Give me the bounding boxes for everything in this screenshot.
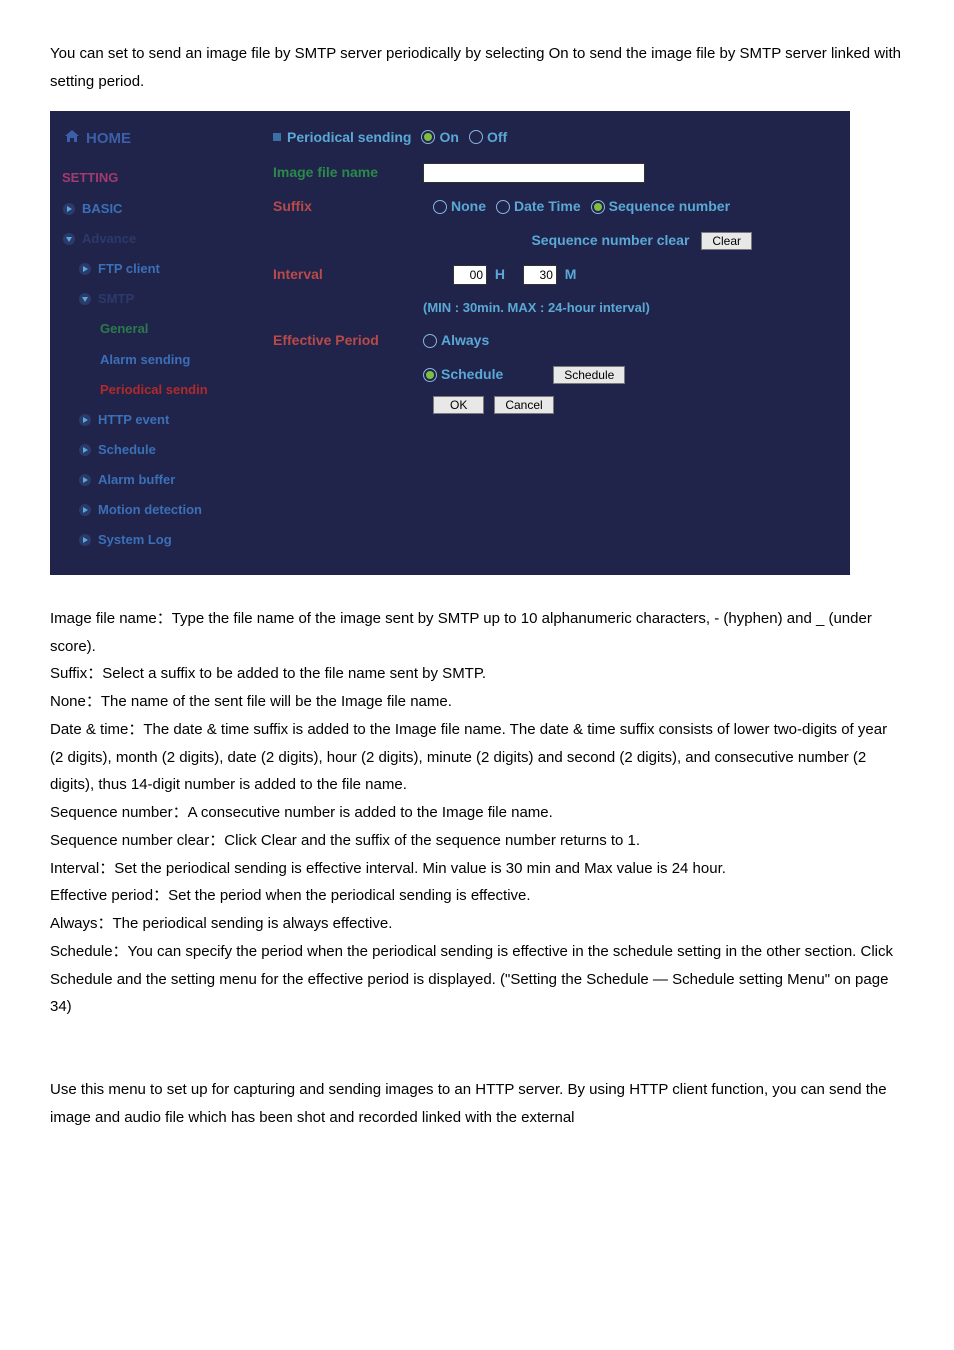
settings-screenshot: HOME SETTING BASIC Advance FTP client SM… <box>50 111 850 575</box>
seqnum-label: Sequence number <box>609 194 730 220</box>
desc-none: None：The name of the sent file will be t… <box>50 688 904 716</box>
nav-general[interactable]: General <box>50 314 255 344</box>
desc-datetime: Date & time：The date & time suffix is ad… <box>50 716 904 799</box>
desc-suffix: Suffix：Select a suffix to be added to th… <box>50 660 904 688</box>
content-panel: Periodical sending On Off Image file nam… <box>255 111 850 575</box>
home-link[interactable]: HOME <box>50 121 255 161</box>
nav-label: Advance <box>82 227 136 251</box>
schedule-label: Schedule <box>441 362 503 388</box>
nav-motion-detection[interactable]: Motion detection <box>50 495 255 525</box>
desc-effective: Effective period：Set the period when the… <box>50 882 904 910</box>
nav-periodical-sending[interactable]: Periodical sendin <box>50 375 255 405</box>
radio-datetime[interactable] <box>496 200 510 214</box>
arrow-right-icon <box>78 503 92 517</box>
desc-seqclear: Sequence number clear：Click Clear and th… <box>50 827 904 855</box>
home-label: HOME <box>86 125 131 153</box>
schedule-button[interactable]: Schedule <box>553 366 625 384</box>
nav-label: Schedule <box>98 438 156 462</box>
nav-label: BASIC <box>82 197 122 221</box>
m-label: M <box>565 266 577 282</box>
desc-interval: Interval：Set the periodical sending is e… <box>50 855 904 883</box>
radio-schedule[interactable] <box>423 368 437 382</box>
minutes-input[interactable]: 30 <box>523 265 557 285</box>
arrow-right-icon <box>78 533 92 547</box>
radio-off[interactable] <box>469 130 483 144</box>
nav-label: SMTP <box>98 287 134 311</box>
hours-input[interactable]: 00 <box>453 265 487 285</box>
nav-advance[interactable]: Advance <box>50 224 255 254</box>
none-label: None <box>451 194 486 220</box>
nav-basic[interactable]: BASIC <box>50 194 255 224</box>
suffix-label: Suffix <box>273 194 423 220</box>
nav-smtp[interactable]: SMTP <box>50 284 255 314</box>
nav-http-event[interactable]: HTTP event <box>50 405 255 435</box>
on-label: On <box>439 125 458 151</box>
nav-label: System Log <box>98 528 172 552</box>
interval-hint: (MIN : 30min. MAX : 24-hour interval) <box>423 296 650 320</box>
always-label: Always <box>441 328 489 354</box>
interval-label: Interval <box>273 262 423 288</box>
ok-button[interactable]: OK <box>433 396 484 414</box>
radio-none[interactable] <box>433 200 447 214</box>
nav-label: Alarm sending <box>100 348 190 372</box>
desc-always: Always：The periodical sending is always … <box>50 910 904 938</box>
bullet-icon <box>273 133 281 141</box>
radio-always[interactable] <box>423 334 437 348</box>
arrow-down-icon <box>78 292 92 306</box>
h-label: H <box>495 266 505 282</box>
nav-label: FTP client <box>98 257 160 281</box>
image-file-name-input[interactable] <box>423 163 645 183</box>
setting-heading: SETTING <box>50 160 255 194</box>
seq-clear-label: Sequence number clear <box>531 232 689 248</box>
sidebar: HOME SETTING BASIC Advance FTP client SM… <box>50 111 255 575</box>
nav-schedule[interactable]: Schedule <box>50 435 255 465</box>
datetime-label: Date Time <box>514 194 581 220</box>
nav-label: Periodical sendin <box>100 378 208 402</box>
radio-on[interactable] <box>421 130 435 144</box>
effective-period-label: Effective Period <box>273 328 423 354</box>
nav-label: Motion detection <box>98 498 202 522</box>
nav-alarm-sending[interactable]: Alarm sending <box>50 345 255 375</box>
cancel-button[interactable]: Cancel <box>494 396 553 414</box>
nav-label: General <box>100 317 148 341</box>
nav-label: Alarm buffer <box>98 468 175 492</box>
description-text: Image file name：Type the file name of th… <box>50 605 904 1132</box>
off-label: Off <box>487 125 507 151</box>
nav-label: HTTP event <box>98 408 169 432</box>
desc-schedule: Schedule：You can specify the period when… <box>50 938 904 1021</box>
nav-alarm-buffer[interactable]: Alarm buffer <box>50 465 255 495</box>
image-file-name-label: Image file name <box>273 160 423 186</box>
clear-button[interactable]: Clear <box>701 232 752 250</box>
intro-paragraph: You can set to send an image file by SMT… <box>50 40 904 96</box>
nav-ftp-client[interactable]: FTP client <box>50 254 255 284</box>
desc-http: Use this menu to set up for capturing an… <box>50 1076 904 1132</box>
section-title: Periodical sending <box>287 125 411 151</box>
arrow-right-icon <box>78 413 92 427</box>
section-header: Periodical sending On Off <box>273 125 832 151</box>
arrow-right-icon <box>78 473 92 487</box>
home-icon <box>64 125 86 153</box>
desc-seqnum: Sequence number：A consecutive number is … <box>50 799 904 827</box>
arrow-down-icon <box>62 232 76 246</box>
radio-seqnum[interactable] <box>591 200 605 214</box>
desc-image-file-name: Image file name：Type the file name of th… <box>50 605 904 661</box>
arrow-right-icon <box>78 262 92 276</box>
arrow-right-icon <box>62 202 76 216</box>
nav-system-log[interactable]: System Log <box>50 525 255 555</box>
arrow-right-icon <box>78 443 92 457</box>
